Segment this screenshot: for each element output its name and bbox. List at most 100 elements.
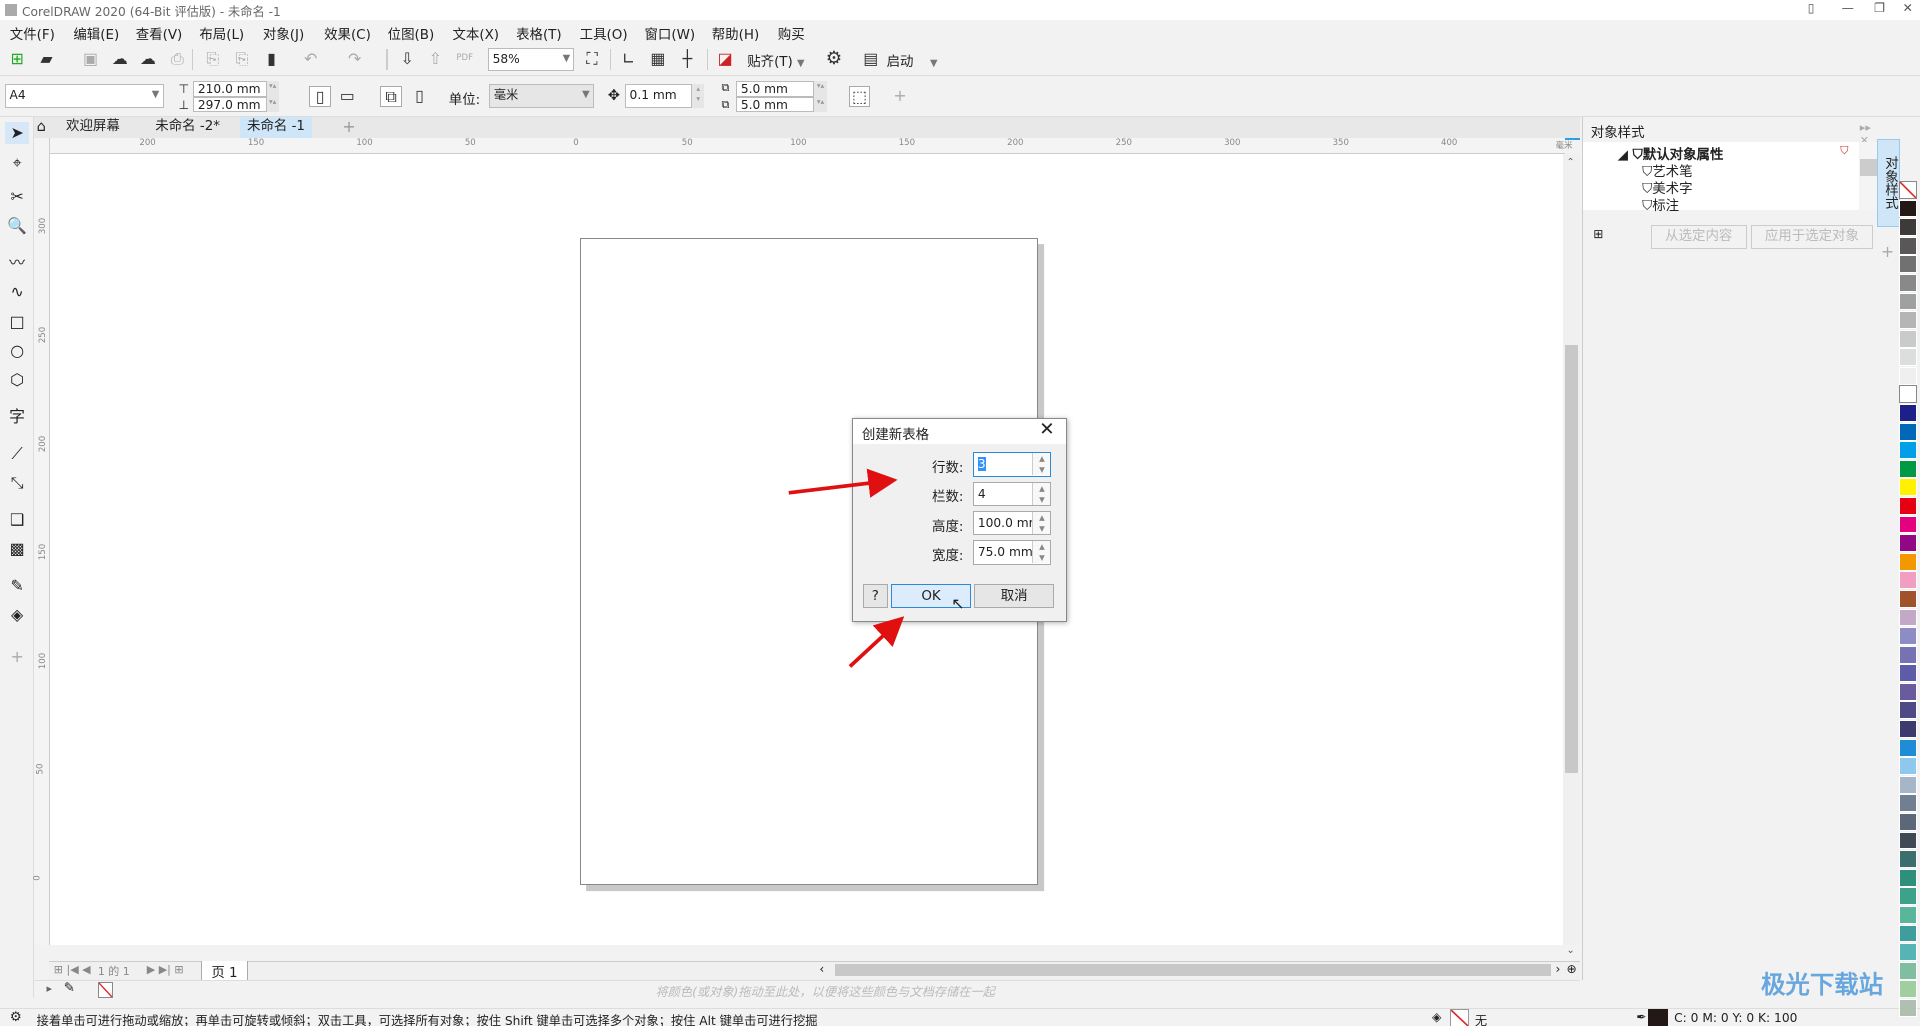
- new-tab-icon[interactable]: +: [335, 117, 363, 138]
- menu-item[interactable]: 窗口(W): [644, 23, 695, 43]
- palette-swatch[interactable]: [1899, 608, 1918, 627]
- duplicate-y-spinner[interactable]: ▾▴: [814, 96, 827, 113]
- eyedropper-icon[interactable]: ✎: [64, 981, 75, 996]
- palette-swatch[interactable]: [1899, 794, 1918, 813]
- duplicate-x-spinner[interactable]: ▾▴: [814, 80, 827, 97]
- palette-swatch[interactable]: [1899, 292, 1918, 311]
- palette-swatch[interactable]: [1899, 887, 1918, 906]
- palette-swatch[interactable]: [1899, 924, 1918, 943]
- grid-toggle-icon[interactable]: ▦: [648, 49, 668, 69]
- crop-tool-icon[interactable]: ✂: [5, 186, 29, 208]
- cloud-upload-icon[interactable]: ☁: [138, 49, 158, 69]
- palette-swatch[interactable]: [1899, 868, 1918, 887]
- palette-swatch[interactable]: [1899, 552, 1918, 571]
- save-icon[interactable]: ▣: [81, 49, 101, 69]
- landscape-icon[interactable]: ▭: [338, 86, 358, 106]
- menu-item[interactable]: 编辑(E): [73, 23, 119, 43]
- width-spinner[interactable]: ▲ ▼: [1032, 541, 1051, 564]
- cancel-button[interactable]: 取消: [974, 584, 1054, 608]
- palette-swatch[interactable]: [1899, 571, 1918, 590]
- horizontal-ruler[interactable]: 200 150 100 50 0 50 100 150 200 250 300 350 400: [48, 138, 1566, 154]
- palette-swatch[interactable]: [1899, 496, 1918, 515]
- palette-swatch[interactable]: [1899, 422, 1918, 441]
- undo-icon[interactable]: ↶: [301, 49, 321, 69]
- connector-tool-icon[interactable]: ⤡: [5, 472, 29, 494]
- scroll-up-icon[interactable]: ⌃: [1567, 157, 1575, 168]
- palette-swatch[interactable]: [1899, 850, 1918, 869]
- tree-scrollbar[interactable]: [1859, 141, 1877, 211]
- rows-spinner[interactable]: ▲ ▼: [1032, 453, 1051, 476]
- palette-swatch[interactable]: [1899, 255, 1918, 274]
- full-screen-icon[interactable]: ⛶: [582, 49, 602, 69]
- dialog-close-icon[interactable]: ✕: [1039, 419, 1054, 440]
- palette-swatch[interactable]: [1899, 441, 1918, 460]
- close-button[interactable]: ✕: [1899, 1, 1916, 17]
- menu-item[interactable]: 布局(L): [199, 23, 244, 43]
- reset-style-icon[interactable]: ⛉: [1840, 144, 1848, 158]
- page-height-input[interactable]: 297.0 mm: [193, 96, 267, 113]
- palette-swatch[interactable]: [1899, 329, 1918, 348]
- palette-swatch[interactable]: [1899, 645, 1918, 664]
- page-width-input[interactable]: 210.0 mm: [193, 80, 267, 97]
- paste-icon[interactable]: ▮: [262, 49, 282, 69]
- palette-swatch[interactable]: [1899, 515, 1918, 534]
- horizontal-scroll-thumb[interactable]: [835, 963, 1551, 976]
- width-input[interactable]: 75.0 mm ▲ ▼: [973, 540, 1052, 565]
- copy-icon[interactable]: ⎘: [232, 49, 252, 69]
- rectangle-tool-icon[interactable]: □: [5, 311, 29, 333]
- palette-swatch[interactable]: [1899, 366, 1918, 385]
- rows-input[interactable]: 3 ▲ ▼: [973, 452, 1052, 477]
- account-icon[interactable]: ▯: [1803, 1, 1820, 17]
- menu-item[interactable]: 查看(V): [136, 23, 183, 43]
- add-docker-icon[interactable]: +: [1881, 242, 1894, 261]
- palette-swatch[interactable]: [1899, 757, 1918, 776]
- tab-untitled-2[interactable]: 未命名 -2*: [148, 117, 227, 138]
- menu-item[interactable]: 对象(J): [263, 23, 304, 43]
- palette-swatch[interactable]: [1899, 348, 1918, 367]
- rulers-toggle-icon[interactable]: ∟: [619, 49, 639, 69]
- palette-swatch[interactable]: [1899, 980, 1918, 999]
- export-icon[interactable]: ⇧: [426, 49, 446, 69]
- from-selection-button[interactable]: 从选定内容: [1650, 225, 1747, 249]
- palette-swatch[interactable]: [1899, 199, 1918, 218]
- menu-item[interactable]: 工具(O): [580, 23, 628, 43]
- menu-item[interactable]: 表格(T): [516, 23, 562, 43]
- publish-pdf-icon[interactable]: PDF: [455, 49, 475, 69]
- freehand-tool-icon[interactable]: 〰: [5, 252, 29, 274]
- polygon-tool-icon[interactable]: ⬡: [5, 369, 29, 391]
- palette-swatch[interactable]: [1899, 218, 1918, 237]
- menu-item[interactable]: 文本(X): [452, 23, 499, 43]
- palette-swatch[interactable]: [1899, 534, 1918, 553]
- text-tool-icon[interactable]: 字: [5, 406, 29, 428]
- vertical-scroll-thumb[interactable]: [1565, 344, 1578, 773]
- all-pages-icon[interactable]: ⧉: [380, 85, 402, 108]
- import-icon[interactable]: ⇩: [397, 49, 417, 69]
- palette-swatch[interactable]: [1899, 738, 1918, 757]
- palette-swatch[interactable]: [1899, 311, 1918, 329]
- guidelines-toggle-icon[interactable]: ┼: [677, 49, 697, 69]
- palette-swatch[interactable]: [1899, 961, 1918, 980]
- zoom-level-select[interactable]: 58% ▼: [487, 47, 574, 71]
- new-document-icon[interactable]: ⊞: [7, 49, 27, 69]
- vertical-ruler[interactable]: 300 250 200 150 100 50 0: [33, 138, 50, 946]
- scroll-right-icon[interactable]: ›: [1556, 962, 1561, 976]
- shape-tool-icon[interactable]: ⌖: [5, 152, 29, 174]
- menu-item[interactable]: 效果(C): [324, 23, 371, 43]
- palette-swatch[interactable]: [1899, 236, 1918, 255]
- duplicate-y-input[interactable]: 5.0 mm: [736, 96, 815, 113]
- nudge-distance-input[interactable]: 0.1 mm: [624, 84, 693, 108]
- palette-swatch[interactable]: [1899, 404, 1918, 422]
- pick-tool-icon[interactable]: ➤: [4, 122, 30, 145]
- interactive-fill-icon[interactable]: ◈: [5, 604, 29, 626]
- print-icon[interactable]: ⎙: [168, 49, 188, 69]
- launch-dropdown[interactable]: 启动 ▼: [887, 50, 938, 70]
- options-gear-icon[interactable]: ⚙: [824, 49, 844, 69]
- palette-swatch[interactable]: [1899, 998, 1918, 1017]
- palette-swatch[interactable]: [1899, 943, 1918, 961]
- cut-icon[interactable]: ⎘: [203, 49, 223, 69]
- shadow-tool-icon[interactable]: ❑: [5, 509, 29, 531]
- help-button[interactable]: ?: [863, 584, 888, 608]
- menu-item[interactable]: 帮助(H): [712, 23, 759, 43]
- palette-swatch[interactable]: [1899, 273, 1918, 292]
- zoom-navigator-icon[interactable]: ⊕: [1567, 962, 1577, 976]
